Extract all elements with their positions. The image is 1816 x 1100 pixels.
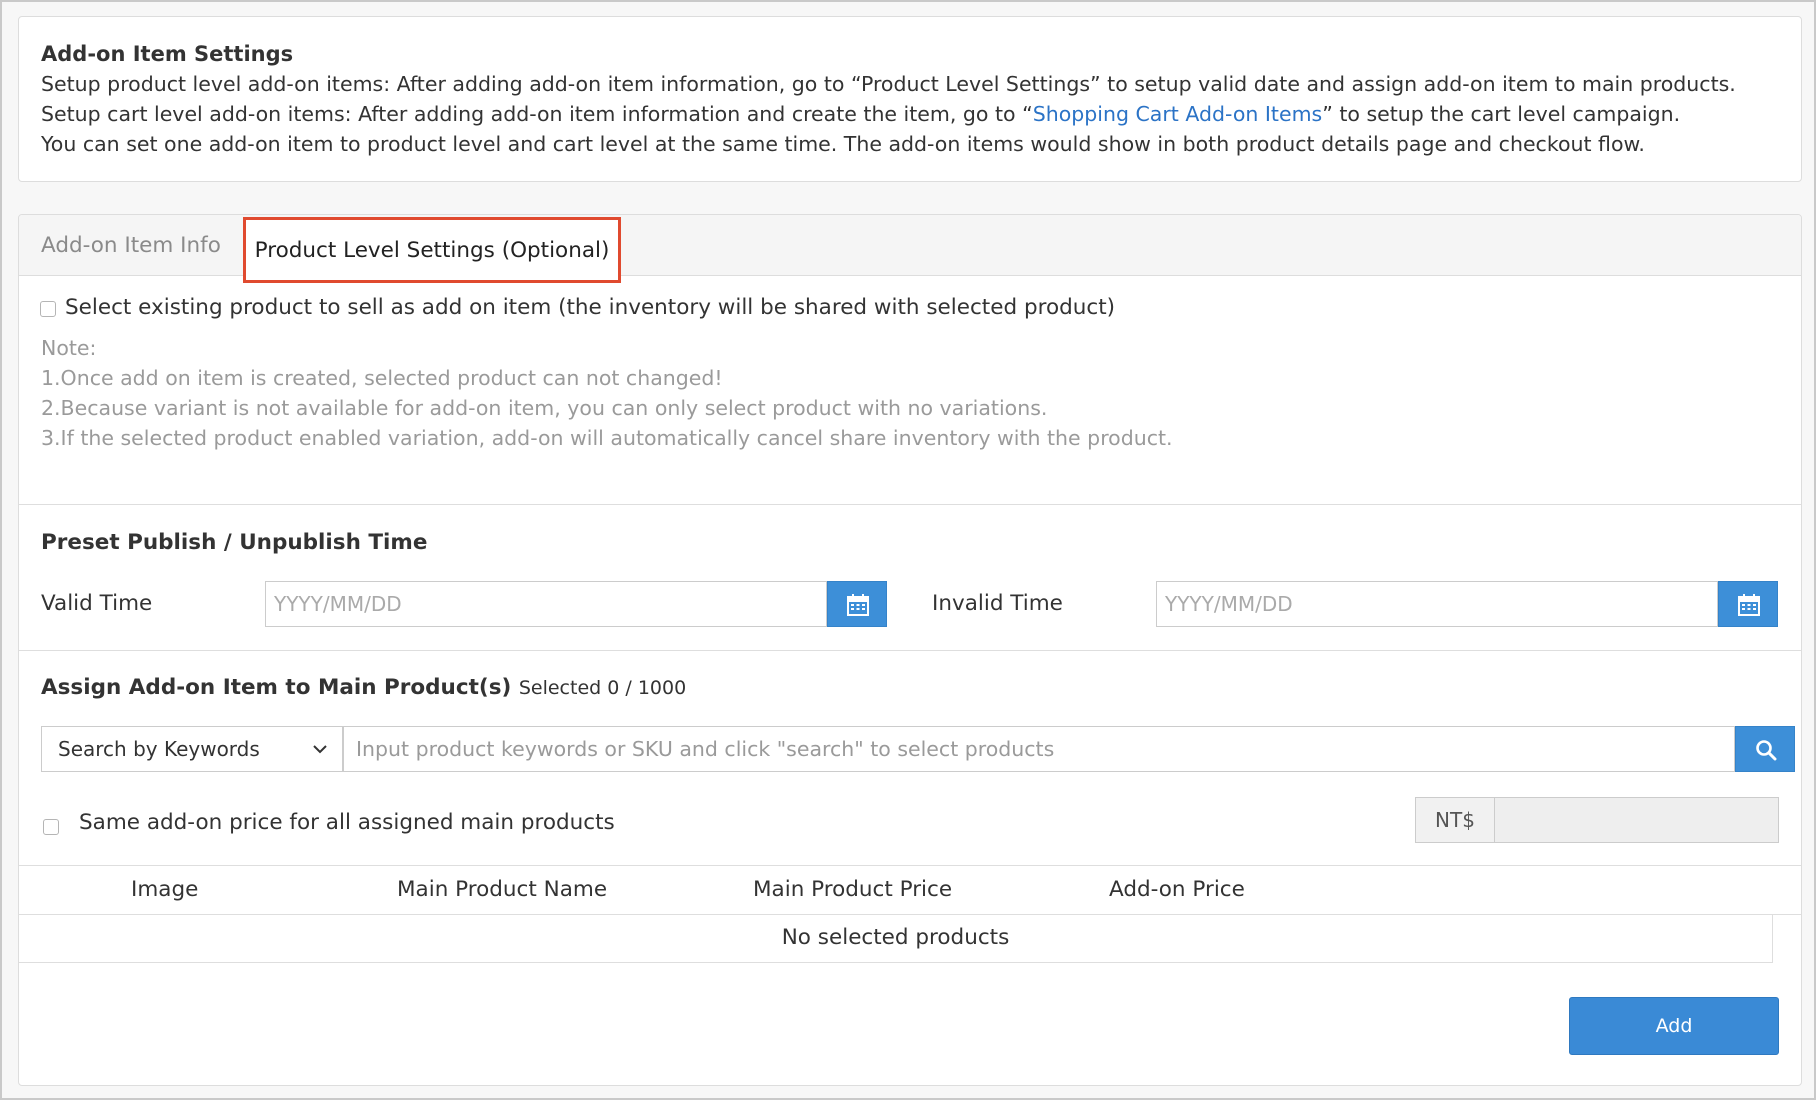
- assign-title-text: Assign Add-on Item to Main Product(s): [41, 675, 512, 700]
- info-line-cart-level: Setup cart level add-on items: After add…: [41, 99, 1779, 129]
- invalid-time-input[interactable]: YYYY/MM/DD: [1156, 581, 1718, 627]
- divider: [19, 650, 1801, 651]
- invalid-time-label: Invalid Time: [932, 591, 1063, 616]
- same-price-checkbox[interactable]: [43, 819, 59, 835]
- info-line-cart-suffix: ” to setup the cart level campaign.: [1322, 102, 1681, 126]
- note-item-3: 3.If the selected product enabled variat…: [41, 426, 1173, 450]
- note-item-2: 2.Because variant is not available for a…: [41, 396, 1048, 420]
- existing-product-label: Select existing product to sell as add o…: [65, 295, 1116, 320]
- window-frame: Add-on Item Settings Setup product level…: [0, 0, 1816, 1100]
- assign-section-title: Assign Add-on Item to Main Product(s) Se…: [41, 675, 686, 700]
- product-search-input[interactable]: Input product keywords or SKU and click …: [343, 726, 1735, 772]
- tabs-bar: Add-on Item Info Product Level Settings …: [19, 215, 1801, 283]
- valid-time-calendar-button[interactable]: [827, 581, 887, 627]
- same-price-label: Same add-on price for all assigned main …: [79, 810, 615, 835]
- column-addon-price: Add-on Price: [1109, 877, 1245, 902]
- info-panel: Add-on Item Settings Setup product level…: [18, 16, 1802, 182]
- info-title: Add-on Item Settings: [41, 42, 294, 66]
- products-table-empty-row: No selected products: [19, 915, 1773, 963]
- shopping-cart-addon-items-link[interactable]: Shopping Cart Add-on Items: [1033, 102, 1323, 126]
- valid-time-label: Valid Time: [41, 591, 153, 616]
- tab-addon-item-info[interactable]: Add-on Item Info: [41, 215, 221, 276]
- column-main-product-name: Main Product Name: [397, 877, 608, 902]
- products-table-header: Image Main Product Name Main Product Pri…: [19, 865, 1801, 915]
- info-line-cart-prefix: Setup cart level add-on items: After add…: [41, 102, 1033, 126]
- search-mode-value: Search by Keywords: [58, 737, 260, 761]
- addon-price-input[interactable]: [1494, 797, 1779, 843]
- main-panel: Add-on Item Info Product Level Settings …: [18, 214, 1802, 1086]
- column-main-product-price: Main Product Price: [753, 877, 953, 902]
- divider: [19, 504, 1801, 505]
- currency-label: NT$: [1415, 797, 1495, 843]
- search-mode-select[interactable]: Search by Keywords: [41, 726, 343, 772]
- publish-section-title: Preset Publish / Unpublish Time: [41, 530, 428, 555]
- column-image: Image: [131, 877, 199, 902]
- selected-count: Selected 0 / 1000: [518, 677, 687, 699]
- search-icon: [1756, 740, 1777, 761]
- info-line-product-level: Setup product level add-on items: After …: [41, 72, 1736, 96]
- add-button[interactable]: Add: [1569, 997, 1779, 1055]
- chevron-down-icon: [313, 745, 327, 754]
- note-title: Note:: [41, 336, 97, 360]
- valid-time-input[interactable]: YYYY/MM/DD: [265, 581, 827, 627]
- note-item-1: 1.Once add on item is created, selected …: [41, 366, 723, 390]
- info-line-both-levels: You can set one add-on item to product l…: [41, 132, 1645, 156]
- tab-product-level-settings[interactable]: Product Level Settings (Optional): [243, 217, 621, 283]
- calendar-icon: [847, 594, 869, 616]
- invalid-time-calendar-button[interactable]: [1718, 581, 1778, 627]
- calendar-icon: [1738, 594, 1760, 616]
- search-button[interactable]: [1735, 726, 1795, 772]
- existing-product-checkbox[interactable]: [40, 301, 56, 317]
